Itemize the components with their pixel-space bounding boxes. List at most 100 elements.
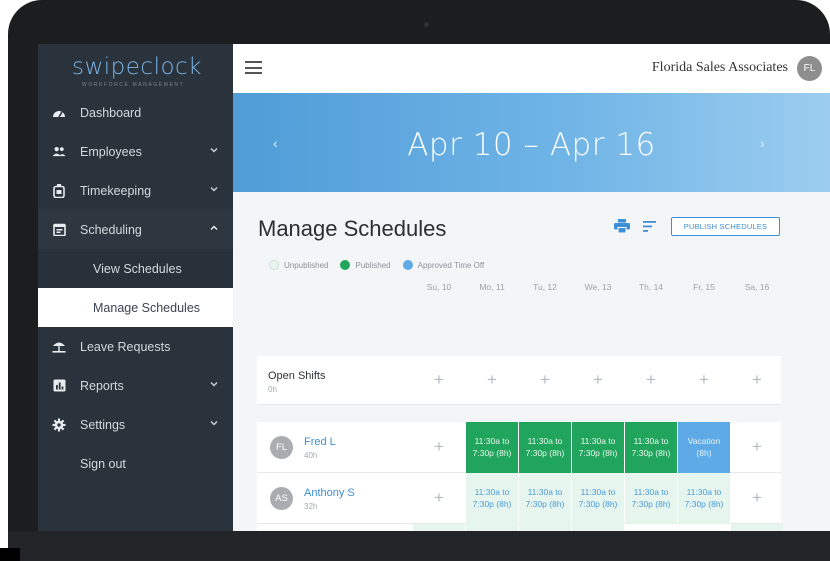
laptop-base-edge [0, 548, 20, 561]
shift-line: 7:30p (8h) [631, 447, 671, 458]
time-off-cell[interactable]: Vacation (8h) [678, 422, 730, 473]
shift-line: 11:30a to [474, 487, 510, 498]
user-avatar[interactable]: FL [797, 56, 822, 81]
day-header: Fr, 15 [693, 282, 715, 292]
gear-icon [52, 418, 66, 432]
shift-line: 7:30p (8h) [472, 447, 512, 458]
print-icon[interactable] [614, 219, 630, 233]
laptop-base [8, 531, 830, 561]
legend-dot-unpublished [269, 260, 279, 270]
open-shifts-label: Open Shifts [268, 370, 326, 382]
shift-text: 11:30a to 7:30p (8h) [685, 487, 724, 510]
add-open-shift-button[interactable]: + [413, 356, 465, 405]
shift-cell[interactable]: 11:30a to7:30p (8h) [519, 422, 571, 473]
add-shift-button[interactable]: + [731, 422, 783, 473]
add-open-shift-button[interactable]: + [678, 356, 730, 405]
sidebar-item-label: Dashboard [80, 105, 142, 120]
shift-line: 7:30p (8h) [631, 498, 671, 509]
sidebar-item-settings[interactable]: Settings [38, 405, 233, 444]
shift-text: 11:30a to 7:30p (8h) [632, 436, 671, 459]
legend-dot-time-off [402, 260, 413, 270]
filter-icon[interactable] [643, 221, 656, 232]
shift-line: 7:30p (8h) [525, 498, 565, 509]
app-screen: swipeclock WORKFORCE MANAGEMENT Dashboar… [38, 44, 830, 531]
add-shift-button[interactable]: + [413, 473, 465, 524]
organization-name[interactable]: Florida Sales Associates [652, 60, 788, 76]
add-shift-button[interactable]: + [625, 524, 677, 531]
employee-hours: 32h [304, 502, 318, 511]
shift-cell[interactable]: 11:30a to7:30p (8h) [466, 524, 518, 531]
shift-line: (8h) [696, 447, 712, 458]
sidebar-item-dashboard[interactable]: Dashboard [38, 93, 233, 132]
chevron-down-icon [210, 186, 218, 192]
beach-icon [52, 340, 66, 354]
sidebar-item-scheduling[interactable]: Scheduling [38, 210, 233, 249]
shift-cell[interactable]: 11:30a to7:30p (8h) [572, 473, 624, 524]
shift-cell[interactable]: 11:30a to7:30p (8h) [678, 473, 730, 524]
day-header: We, 13 [584, 282, 612, 292]
add-open-shift-button[interactable]: + [466, 356, 518, 405]
shift-line: 7:30p (8h) [472, 498, 512, 509]
gauge-icon [52, 106, 66, 120]
shift-line: 11:30a to [580, 487, 616, 498]
shift-cell[interactable]: 11:30a to7:30p (8h) [572, 524, 624, 531]
logo-subtitle: WORKFORCE MANAGEMENT [82, 82, 185, 88]
employee-avatar: AS [270, 487, 293, 510]
shift-text: 11:30a to 7:30p (8h) [526, 487, 565, 510]
add-shift-button[interactable]: + [413, 422, 465, 473]
sidebar-item-sign-out[interactable]: Sign out [38, 444, 233, 483]
sidebar-item-label: Leave Requests [80, 339, 171, 354]
employee-name-link[interactable]: Anthony S [304, 487, 355, 499]
shift-line: 11:30a to [686, 487, 722, 498]
logo[interactable]: swipeclock [72, 54, 202, 80]
shift-cell[interactable]: 11:30a to7:30p (8h) [413, 524, 465, 531]
page-title: Manage Schedules [258, 216, 447, 241]
shift-cell[interactable]: 11:30a to7:30p (8h) [625, 422, 677, 473]
employee-hours: 40h [304, 451, 318, 460]
shift-cell[interactable]: 11:30a to7:30p (8h) [466, 422, 518, 473]
sidebar-item-employees[interactable]: Employees [38, 132, 233, 171]
sidebar-item-reports[interactable]: Reports [38, 366, 233, 405]
sidebar-item-leave-requests[interactable]: Leave Requests [38, 327, 233, 366]
shift-cell[interactable]: 11:30a to7:30p (8h) [731, 524, 783, 531]
open-shifts-hours: 0h [268, 385, 277, 394]
hamburger-menu-icon[interactable] [245, 61, 262, 74]
sidebar-item-timekeeping[interactable]: Timekeeping [38, 171, 233, 210]
publish-schedules-button[interactable]: PUBLISH SCHEDULES [671, 217, 780, 236]
add-open-shift-button[interactable]: + [572, 356, 624, 405]
shift-line: 11:30a to [633, 436, 669, 447]
sidebar: swipeclock WORKFORCE MANAGEMENT Dashboar… [38, 44, 233, 531]
shift-cell[interactable]: 11:30a to7:30p (8h) [519, 524, 571, 531]
add-open-shift-button[interactable]: + [625, 356, 677, 405]
add-open-shift-button[interactable]: + [731, 356, 783, 405]
people-icon [52, 145, 66, 159]
shift-line: 11:30a to [527, 436, 563, 447]
next-week-button[interactable]: › [760, 135, 765, 151]
shift-cell[interactable]: 11:30a to7:30p (8h) [466, 473, 518, 524]
sidebar-subitem-view-schedules[interactable]: View Schedules [38, 249, 233, 288]
shift-cell[interactable]: 11:30a to7:30p (8h) [519, 473, 571, 524]
shift-cell[interactable]: 11:30a to7:30p (8h) [572, 422, 624, 473]
shift-text: Vacation (8h) [688, 436, 720, 459]
shift-text: 11:30a to 7:30p (8h) [579, 487, 618, 510]
day-header: Su, 10 [426, 282, 452, 292]
shift-cell[interactable]: 11:30a to7:30p (8h) [625, 473, 677, 524]
shift-text: 11:30a to 7:30p (8h) [632, 487, 671, 510]
employee-row: BMBarbara M40h11:30a to7:30p (8h)11:30a … [257, 524, 783, 531]
legend-label: Approved Time Off [417, 260, 485, 270]
add-shift-button[interactable]: + [731, 473, 783, 524]
employee-row: AS Anthony S 32h +11:30a to 7:30p (8h) 11:30a… [257, 473, 781, 524]
calendar-icon [52, 223, 66, 237]
shift-line: Vacation [687, 436, 721, 447]
shift-line: 11:30a to [527, 487, 563, 498]
week-range: Apr 10 – Apr 16 [407, 127, 656, 163]
add-shift-button[interactable]: + [678, 524, 730, 531]
shift-text: 11:30a to 7:30p (8h) [579, 436, 618, 459]
employee-name-link[interactable]: Fred L [304, 436, 336, 448]
sidebar-subitem-manage-schedules[interactable]: Manage Schedules [38, 288, 233, 327]
employee-avatar: FL [270, 436, 293, 459]
shift-line: 7:30p (8h) [525, 447, 565, 458]
add-open-shift-button[interactable]: + [519, 356, 571, 405]
sidebar-item-label: Employees [80, 144, 142, 159]
sidebar-item-label: Timekeeping [80, 183, 152, 198]
